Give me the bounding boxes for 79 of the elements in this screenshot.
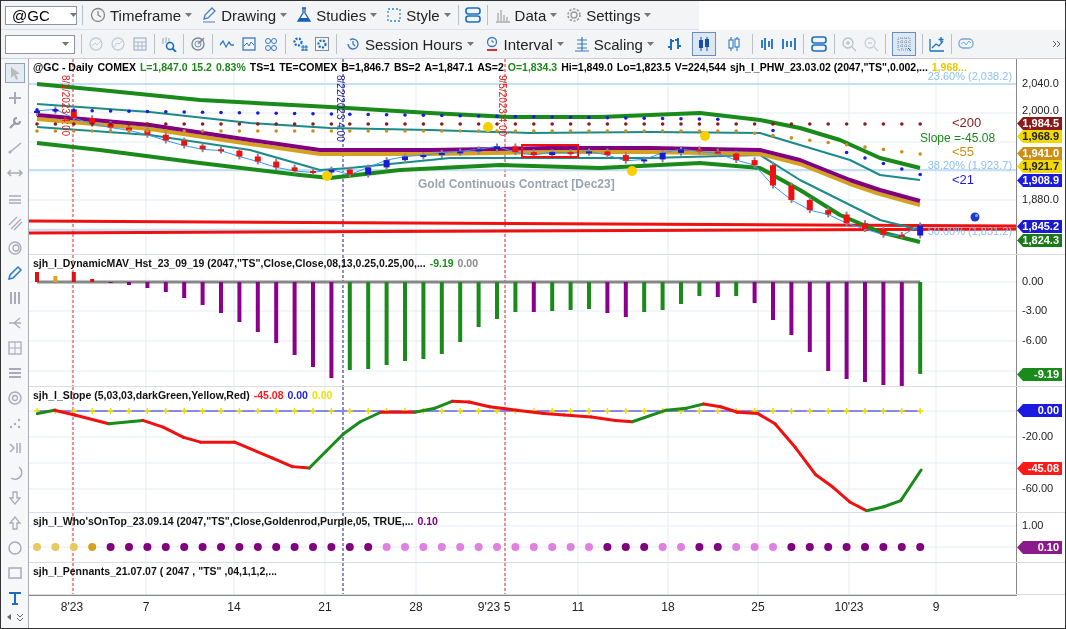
header-value: TS=1 xyxy=(249,61,276,73)
price-tag: 1,921.7 xyxy=(1017,160,1063,173)
studies-menu[interactable]: Studies xyxy=(294,6,380,24)
price-tag: 1,908.9 xyxy=(1017,174,1063,187)
study-value: -9.19 xyxy=(429,257,454,269)
axis-label: -60.00 xyxy=(1022,482,1054,495)
header-value: O=1,834.3 xyxy=(507,61,558,73)
date-marker-label: 9/5/2023 4:00 xyxy=(497,75,508,137)
study-title: sjh_I_Slope (5,03,03,darkGreen,Yellow,Red) xyxy=(33,389,250,401)
x-axis-label: 5 xyxy=(503,600,511,614)
line-label: <55 xyxy=(952,144,975,159)
line-label: <21 xyxy=(952,172,975,187)
header-value: B=1,846.7 xyxy=(341,61,390,73)
axis-label: 1,880.0 xyxy=(1022,193,1059,206)
line-label: Slope =-45.08 xyxy=(920,131,996,145)
study-title: sjh_I_DynamicMAV_Hst_23_09_19 (2047,"TS",Close,Close,08,13,0.25,0.25,00,... xyxy=(33,257,426,269)
axis-label: -6.00 xyxy=(1022,334,1048,347)
style-menu[interactable]: Style xyxy=(384,6,453,24)
axis-label: 0.00 xyxy=(1022,275,1044,288)
x-axis-label: 18 xyxy=(661,600,675,614)
interval-menu[interactable]: Interval xyxy=(481,35,566,53)
x-axis-label: 21 xyxy=(318,600,332,614)
x-axis-label: 14 xyxy=(227,600,241,614)
study-value: -45.08 xyxy=(253,389,284,401)
header-value: Lo=1,823.5 xyxy=(616,61,671,73)
price-tag: -45.08 xyxy=(1017,462,1063,475)
header-value: COMEX xyxy=(97,61,136,73)
header-value: V=224,544 xyxy=(674,61,726,73)
header-value: Hi=1,849.0 xyxy=(561,61,613,73)
axis-label: 1.00 xyxy=(1022,519,1044,532)
line-label: <200 xyxy=(952,115,982,130)
price-tag: 1,984.5 xyxy=(1017,117,1063,130)
study-title: sjh_I_Who'sOnTop_23.09.14 (2047,"TS",Close,Goldenrod,Purple,05, TRUE,... xyxy=(33,515,414,527)
date-marker-label: 8/22/2023 4:00 xyxy=(335,75,346,142)
x-axis-label: 25 xyxy=(751,600,765,614)
header-value: BS=2 xyxy=(393,61,421,73)
price-tag: 1,968.9 xyxy=(1017,130,1063,143)
axis-label: -3.00 xyxy=(1022,304,1048,317)
axis-label: 2,040.0 xyxy=(1022,77,1059,90)
header-value: 1,968... xyxy=(931,61,967,73)
study-value: 0.00 xyxy=(311,389,333,401)
date-marker-label: 8/1/2023 4:00 xyxy=(59,75,71,137)
header-value: A=1,847.1 xyxy=(424,61,474,73)
study-value: 0.10 xyxy=(417,515,438,527)
price-tag: 0.00 xyxy=(1017,404,1063,417)
price-tag: -9.19 xyxy=(1017,368,1063,381)
fib-level-label: 50.00% (1,831.2) xyxy=(927,225,1013,237)
header-value: @GC - Daily xyxy=(33,61,94,73)
price-tag: 1,845.2 xyxy=(1017,220,1063,233)
drawing-menu[interactable]: Drawing xyxy=(199,6,290,24)
symbol-field[interactable]: @GC xyxy=(5,5,77,25)
settings-menu[interactable]: Settings xyxy=(564,6,654,24)
header-value: AS=2 xyxy=(477,61,504,73)
axis-label: 2,000.0 xyxy=(1022,104,1059,117)
header-value: L=1,847.0 xyxy=(139,61,188,73)
x-axis-label: 11 xyxy=(571,600,585,614)
chart-watermark: Gold Continuous Contract [Dec23] xyxy=(418,177,615,191)
header-value: 0.83% xyxy=(215,61,246,73)
fib-level-label: 38.20% (1,923.7) xyxy=(927,159,1013,171)
header-value: sjh_I_PHW_23.03.02 (2047,"TS",0.002,... xyxy=(729,61,928,73)
x-axis-label: 10'23 xyxy=(834,600,864,614)
timeframe-menu[interactable]: Timeframe xyxy=(88,6,195,24)
data-menu[interactable]: Data xyxy=(492,6,560,24)
scaling-menu[interactable]: Scaling xyxy=(571,35,656,53)
axis-label: -20.00 xyxy=(1022,430,1054,443)
price-tag: 1,824.3 xyxy=(1017,234,1063,247)
x-axis-label: 9 xyxy=(932,600,940,614)
session-hours-menu[interactable]: Session Hours xyxy=(343,35,476,53)
x-axis-label: 7 xyxy=(142,600,150,614)
header-value: 15.2 xyxy=(191,61,212,73)
header-value: TE=COMEX xyxy=(279,61,338,73)
x-axis-label: 9'23 xyxy=(477,600,501,614)
price-tag: 0.10 xyxy=(1017,541,1063,554)
study-value: 0.00 xyxy=(287,389,308,401)
price-tag: 1,941.0 xyxy=(1017,147,1063,160)
study-title: sjh_I_Pennants_21.07.07 ( 2047 , "TS" ,04,1,1,2,... xyxy=(33,565,277,577)
x-axis-label: 28 xyxy=(409,600,423,614)
study-value: 0.00 xyxy=(457,257,479,269)
x-axis-label: 8'23 xyxy=(60,600,84,614)
